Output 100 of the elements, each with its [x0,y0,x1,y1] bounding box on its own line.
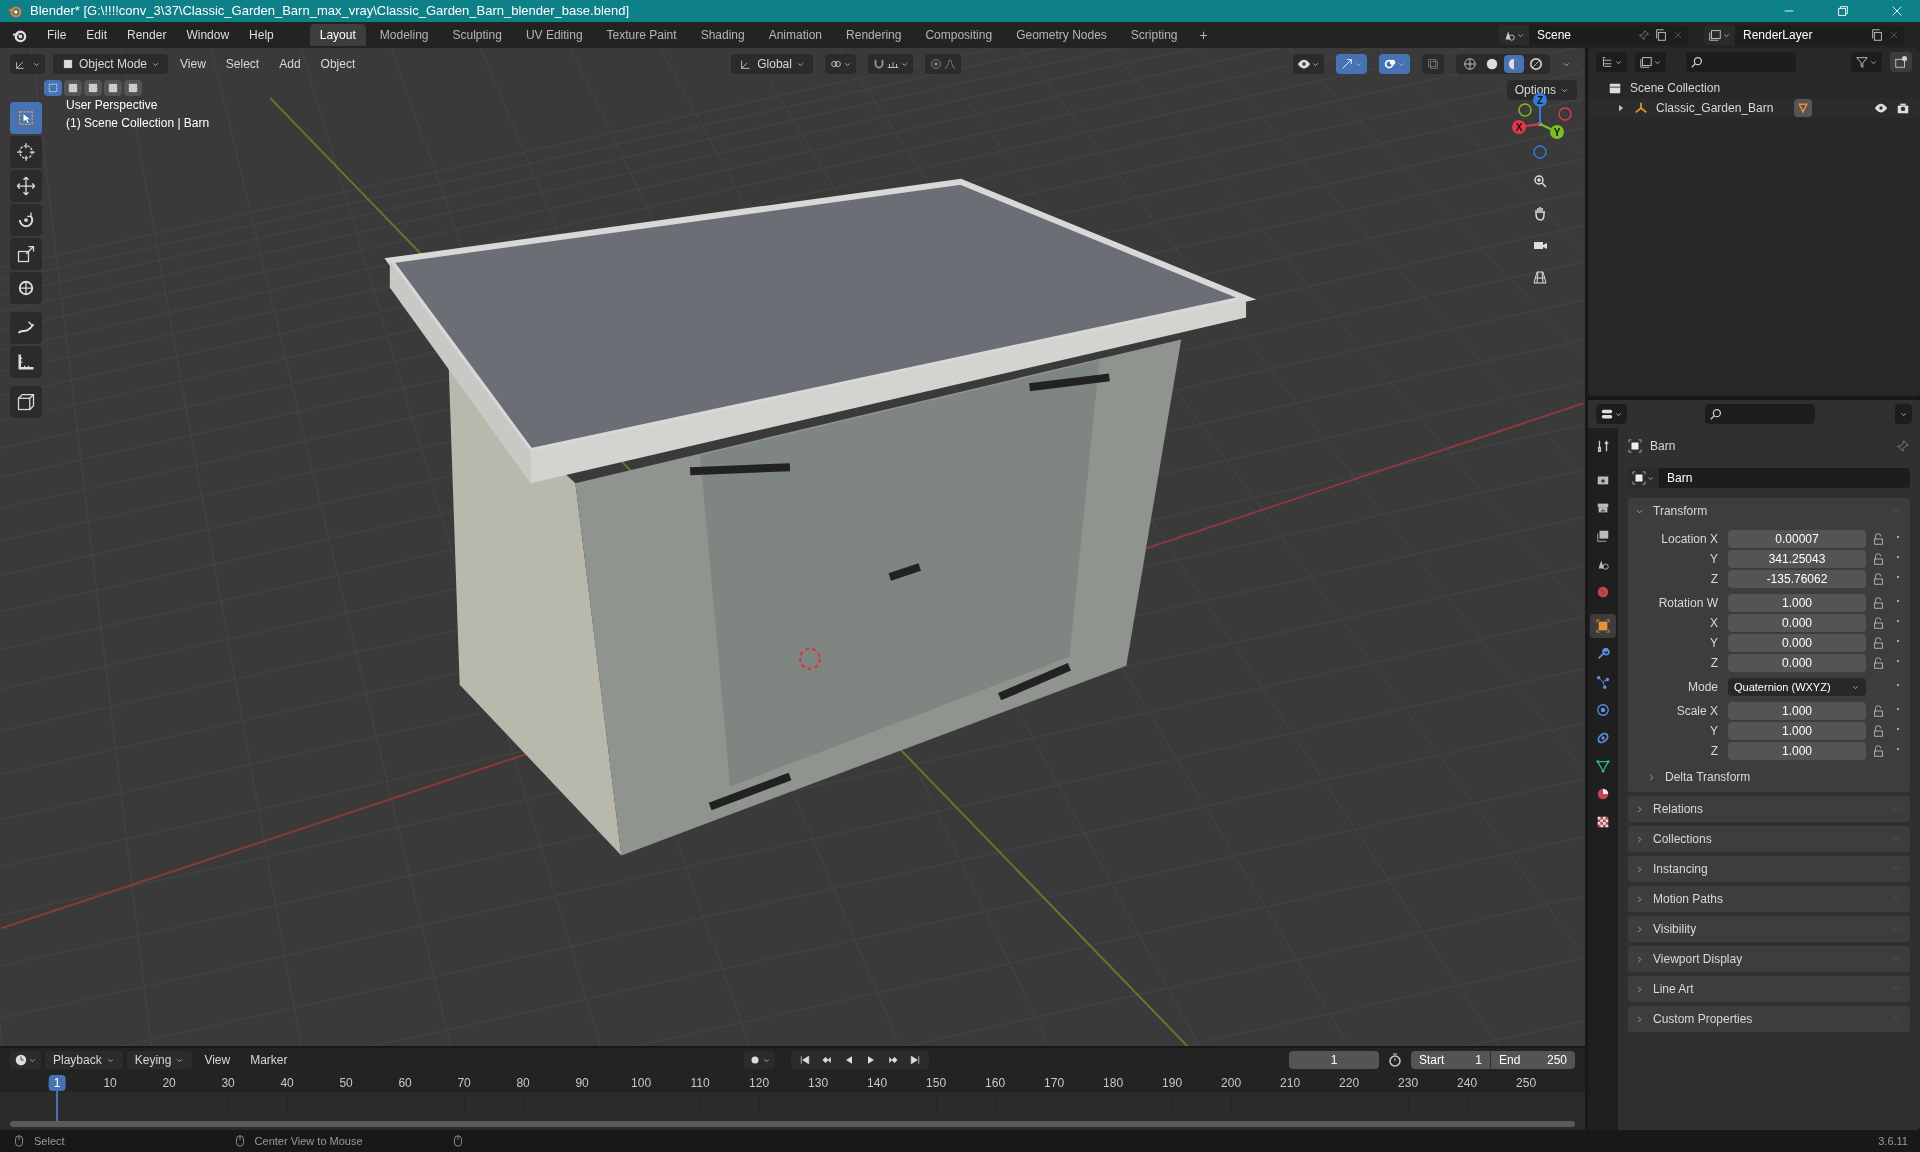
menu-item[interactable]: File [39,26,75,44]
menu-item[interactable]: Playback [45,1051,123,1069]
tool-button[interactable] [10,204,42,236]
unlock-icon[interactable] [1872,656,1886,670]
panel-header[interactable]: Transform [1628,498,1910,524]
number-field[interactable]: 1.000 [1728,594,1866,612]
unlock-icon[interactable] [1872,532,1886,546]
mode-dropdown[interactable]: Quaternion (WXYZ) [1728,678,1866,696]
number-field[interactable]: -135.76062 [1728,570,1866,588]
end-frame-field[interactable]: End 250 [1491,1051,1575,1069]
workspace-tab[interactable]: Texture Paint [596,24,687,46]
number-field[interactable]: 1.000 [1728,742,1866,760]
camera-icon[interactable] [1896,101,1910,115]
object-browse-dropdown[interactable] [1628,468,1659,488]
start-frame-field[interactable]: Start 1 [1411,1051,1491,1069]
panel-header[interactable]: Relations [1628,796,1910,822]
new-layer-icon[interactable] [1870,28,1884,42]
unlock-icon[interactable] [1872,572,1886,586]
pivot-dropdown[interactable] [824,54,856,74]
editor-type-button[interactable] [1596,404,1627,424]
workspace-tab[interactable]: Layout [309,24,366,46]
outliner-item[interactable]: Scene Collection [1630,79,1721,97]
current-frame-field[interactable]: 1 [1289,1051,1379,1069]
menu-item[interactable]: View [196,1051,239,1069]
unlock-icon[interactable] [1872,596,1886,610]
unlock-icon[interactable] [1872,724,1886,738]
search-field[interactable] [1686,52,1796,72]
workspace-tab[interactable]: Shading [690,24,755,46]
panel-header[interactable]: Motion Paths [1628,886,1910,912]
menu-item[interactable]: Help [241,26,282,44]
workspace-tab[interactable]: Compositing [915,24,1003,46]
selection-mode-button[interactable] [84,80,102,96]
shading-mode-button[interactable] [1504,55,1524,73]
gizmo-toggle[interactable] [1336,54,1367,74]
horizontal-scrollbar[interactable] [10,1121,1575,1127]
new-scene-icon[interactable] [1654,28,1668,42]
xray-toggle[interactable] [1422,54,1444,74]
panel-header[interactable]: Instancing [1628,856,1910,882]
workspace-tab[interactable]: Rendering [836,24,912,46]
workspace-tab[interactable]: UV Editing [515,24,593,46]
negative-axis-icon[interactable] [1518,103,1532,117]
record-button[interactable] [743,1051,775,1069]
number-field[interactable]: 341.25043 [1728,550,1866,568]
tool-button[interactable] [10,386,42,418]
tool-button[interactable] [10,136,42,168]
workspace-tab[interactable]: Geometry Nodes [1006,24,1117,46]
workspace-tab[interactable]: Animation [758,24,833,46]
tool-button[interactable] [10,238,42,270]
tool-button[interactable] [10,272,42,304]
unlock-icon[interactable] [1872,552,1886,566]
outliner-item[interactable]: Classic_Garden_Barn [1656,99,1786,117]
workspace-tab[interactable]: Sculpting [442,24,512,46]
number-field[interactable]: 0.000 [1728,614,1866,632]
tool-button[interactable] [10,312,42,344]
tool-button[interactable] [10,170,42,202]
proportional-edit-button[interactable] [924,54,961,74]
unlock-icon[interactable] [1872,616,1886,630]
editor-type-button[interactable] [10,54,45,74]
search-field[interactable] [1705,404,1815,424]
pin-icon[interactable] [1896,439,1910,453]
number-field[interactable]: 0.000 [1728,654,1866,672]
mesh-data-button[interactable] [1794,99,1812,117]
tool-button[interactable] [10,346,42,378]
menu-item[interactable]: Add [271,55,309,73]
editor-type-button[interactable] [10,1051,41,1069]
menu-item[interactable]: Render [119,26,175,44]
number-field[interactable]: 1.000 [1728,722,1866,740]
close-icon[interactable] [1890,4,1904,18]
panel-header[interactable]: Line Art [1628,976,1910,1002]
visibility-dropdown[interactable] [1293,54,1324,74]
stopwatch-icon[interactable] [1387,1052,1403,1068]
view-layer-selector[interactable] [1704,25,1735,45]
workspace-tab[interactable]: Modeling [369,24,439,46]
menu-item[interactable]: Object [312,55,364,73]
workspace-tab[interactable]: Scripting [1120,24,1188,46]
selection-mode-button[interactable] [124,80,142,96]
panel-header[interactable]: Collections [1628,826,1910,852]
overlay-toggle[interactable] [1379,54,1410,74]
restore-icon[interactable] [1836,4,1850,18]
view-layer-dropdown[interactable] [1635,52,1666,72]
number-field[interactable]: 1.000 [1728,702,1866,720]
menu-item[interactable]: Edit [78,26,116,44]
new-collection-button[interactable] [1890,52,1912,72]
display-mode-dropdown[interactable] [1596,52,1627,72]
eye-icon[interactable] [1874,101,1888,115]
selection-mode-button[interactable] [104,80,122,96]
mode-dropdown[interactable]: Object Mode [53,54,169,74]
selection-mode-button[interactable] [44,80,62,96]
number-field[interactable]: 0.00007 [1728,530,1866,548]
orientation-dropdown[interactable]: Global [731,54,813,74]
add-workspace-button[interactable]: + [1191,24,1216,46]
snap-dropdown[interactable] [867,54,913,74]
panel-header[interactable]: Custom Properties [1628,1006,1910,1032]
negative-axis-icon[interactable] [1533,145,1547,159]
scene-selector[interactable] [1498,25,1529,45]
menu-item[interactable]: Marker [242,1051,296,1069]
panel-header[interactable]: Delta Transform [1628,764,1910,790]
unlock-icon[interactable] [1872,704,1886,718]
menu-item[interactable]: Window [178,26,238,44]
menu-item[interactable]: View [172,55,214,73]
